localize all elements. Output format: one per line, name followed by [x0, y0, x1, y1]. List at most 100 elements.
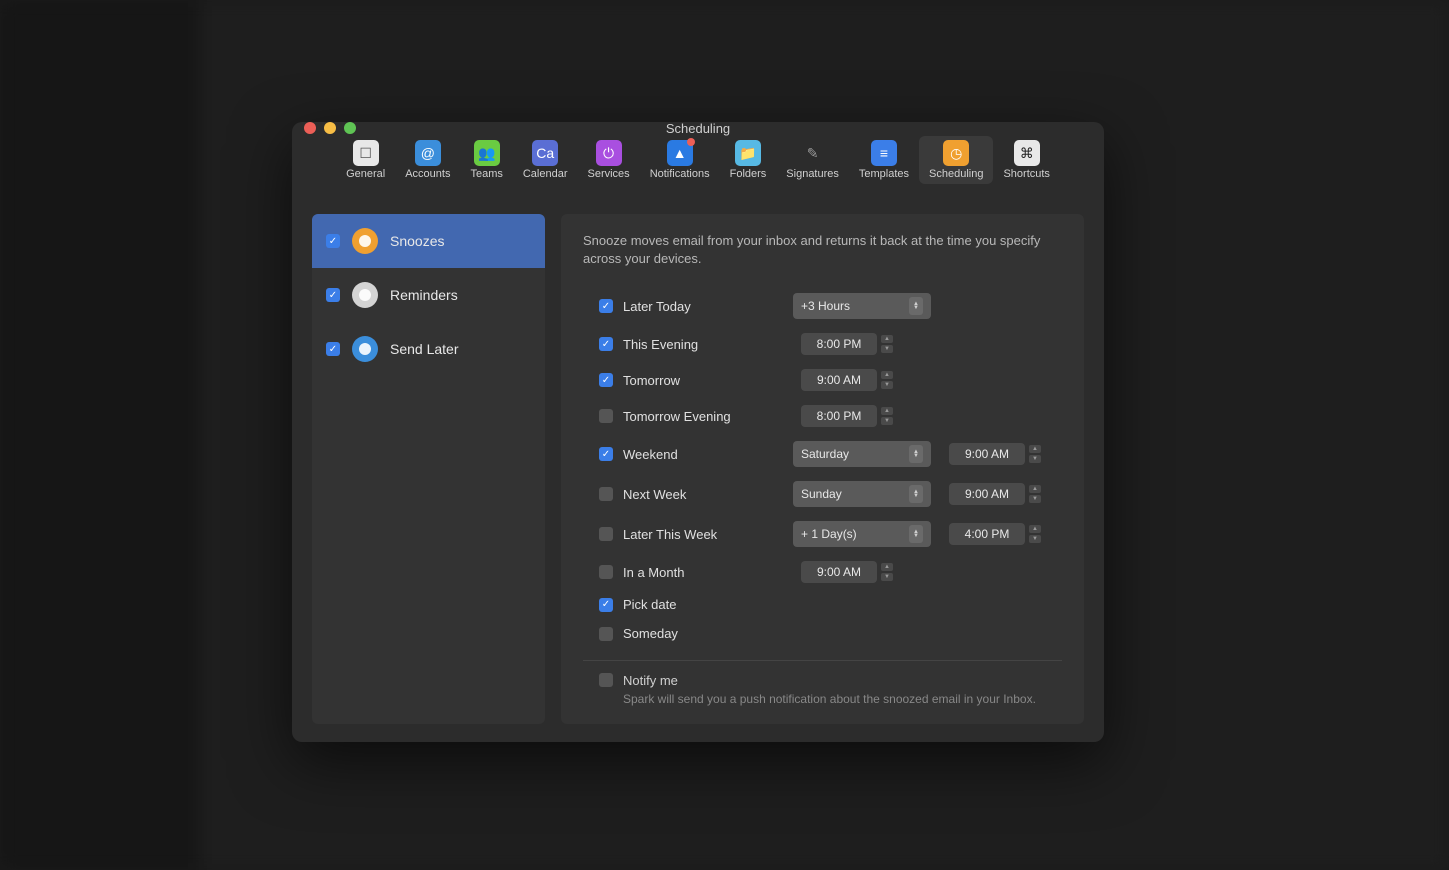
option-row: ✓Pick date	[583, 590, 1062, 619]
tab-label: Notifications	[650, 168, 710, 180]
option-row: ✓Tomorrow9:00 AM▲▼	[583, 362, 1062, 398]
stepper-down[interactable]: ▼	[1029, 455, 1041, 463]
stepper-up[interactable]: ▲	[881, 371, 893, 379]
tab-label: Teams	[470, 168, 502, 180]
tab-signatures[interactable]: ✎Signatures	[776, 136, 849, 184]
time-input[interactable]: 9:00 AM	[949, 443, 1025, 465]
tab-label: Shortcuts	[1003, 168, 1049, 180]
stepper-down[interactable]: ▼	[881, 573, 893, 581]
tab-calendar[interactable]: CaCalendar	[513, 136, 578, 184]
option-label: Weekend	[623, 447, 783, 462]
option-select[interactable]: + 1 Day(s)▲▼	[793, 521, 931, 547]
option-checkbox[interactable]: ✓	[599, 299, 613, 313]
option-select[interactable]: Saturday▲▼	[793, 441, 931, 467]
time-stepper[interactable]: ▲▼	[881, 370, 893, 390]
time-stepper[interactable]: ▲▼	[881, 334, 893, 354]
preferences-toolbar: ☐ General @Accounts 👥 Teams CaCalendar⏻Servic…	[292, 134, 1104, 190]
time-stepper[interactable]: ▲▼	[1029, 524, 1041, 544]
chevron-updown-icon: ▲▼	[909, 485, 923, 503]
option-label: In a Month	[623, 565, 783, 580]
option-select[interactable]: Sunday ▲▼	[793, 481, 931, 507]
time-input[interactable]: 8:00 PM	[801, 405, 877, 427]
time-group: 8:00 PM▲▼	[801, 405, 893, 427]
tab-label: Folders	[730, 168, 767, 180]
general-icon: ☐	[353, 140, 379, 166]
shortcuts-icon: ⌘	[1014, 140, 1040, 166]
option-checkbox[interactable]: ✓	[599, 598, 613, 612]
option-row: ✓Later Today+3 Hours▲▼	[583, 286, 1062, 326]
teams-icon: 👥	[474, 140, 500, 166]
time-input[interactable]: 9:00 AM	[949, 483, 1025, 505]
option-checkbox[interactable]	[599, 487, 613, 501]
time-stepper[interactable]: ▲▼	[881, 562, 893, 582]
time-stepper[interactable]: ▲▼	[881, 406, 893, 426]
stepper-down[interactable]: ▼	[1029, 535, 1041, 543]
option-label: Someday	[623, 626, 783, 641]
time-group: 4:00 PM▲▼	[949, 523, 1041, 545]
time-input[interactable]: 8:00 PM	[801, 333, 877, 355]
preferences-window: Scheduling ☐General@Accounts👥TeamsCaCale…	[292, 122, 1104, 742]
time-stepper[interactable]: ▲▼	[1029, 444, 1041, 464]
sidebar: ✓Snoozes✓Reminders✓Send Later	[312, 214, 545, 724]
time-input[interactable]: 9:00 AM	[801, 561, 877, 583]
stepper-down[interactable]: ▼	[1029, 495, 1041, 503]
time-group: 8:00 PM▲▼	[801, 333, 893, 355]
option-checkbox[interactable]	[599, 527, 613, 541]
option-checkbox[interactable]: ✓	[599, 447, 613, 461]
snooze-settings-panel: Snooze moves email from your inbox and r…	[561, 214, 1084, 724]
tab-notifications[interactable]: ▲ Notifications	[640, 136, 720, 184]
tab-label: General	[346, 168, 385, 180]
time-stepper[interactable]: ▲▼	[1029, 484, 1041, 504]
option-checkbox[interactable]	[599, 627, 613, 641]
calendar-icon: Ca	[532, 140, 558, 166]
sidebar-checkbox[interactable]: ✓	[326, 288, 340, 302]
option-row: Tomorrow Evening8:00 PM▲▼	[583, 398, 1062, 434]
sidebar-checkbox[interactable]: ✓	[326, 342, 340, 356]
stepper-up[interactable]: ▲	[881, 407, 893, 415]
folders-icon: 📁	[735, 140, 761, 166]
notifications-icon: ▲	[667, 140, 693, 166]
stepper-up[interactable]: ▲	[881, 335, 893, 343]
tab-services[interactable]: ⏻Services	[578, 136, 640, 184]
content-area: ✓Snoozes✓Reminders✓Send Later Snooze mov…	[292, 190, 1104, 742]
option-checkbox[interactable]: ✓	[599, 373, 613, 387]
notify-section: Notify me Spark will send you a push not…	[599, 673, 1062, 706]
sidebar-item-snoozes[interactable]: ✓Snoozes	[312, 214, 545, 268]
time-group: 9:00 AM▲▼	[949, 443, 1041, 465]
time-group: 9:00 AM▲▼	[949, 483, 1041, 505]
stepper-up[interactable]: ▲	[1029, 485, 1041, 493]
time-input[interactable]: 4:00 PM	[949, 523, 1025, 545]
chevron-updown-icon: ▲▼	[909, 445, 923, 463]
option-select[interactable]: +3 Hours ▲▼	[793, 293, 931, 319]
stepper-down[interactable]: ▼	[881, 417, 893, 425]
select-value: Sunday	[801, 487, 842, 501]
sidebar-item-label: Reminders	[390, 287, 458, 303]
select-value: +3 Hours	[801, 299, 850, 313]
stepper-up[interactable]: ▲	[881, 563, 893, 571]
snoozes-icon	[352, 228, 378, 254]
tab-accounts[interactable]: @Accounts	[395, 136, 460, 184]
stepper-up[interactable]: ▲	[1029, 525, 1041, 533]
stepper-down[interactable]: ▼	[881, 345, 893, 353]
chevron-updown-icon: ▲▼	[909, 297, 923, 315]
stepper-down[interactable]: ▼	[881, 381, 893, 389]
sidebar-item-send-later[interactable]: ✓Send Later	[312, 322, 545, 376]
time-input[interactable]: 9:00 AM	[801, 369, 877, 391]
stepper-up[interactable]: ▲	[1029, 445, 1041, 453]
tab-shortcuts[interactable]: ⌘ Shortcuts	[993, 136, 1059, 184]
tab-label: Signatures	[786, 168, 839, 180]
tab-general[interactable]: ☐ General	[336, 136, 395, 184]
option-checkbox[interactable]	[599, 565, 613, 579]
select-value: + 1 Day(s)	[801, 527, 857, 541]
accounts-icon: @	[415, 140, 441, 166]
tab-teams[interactable]: 👥 Teams	[460, 136, 512, 184]
option-row: Later This Week+ 1 Day(s)▲▼4:00 PM▲▼	[583, 514, 1062, 554]
option-checkbox[interactable]: ✓	[599, 337, 613, 351]
sidebar-item-reminders[interactable]: ✓ Reminders	[312, 268, 545, 322]
option-checkbox[interactable]	[599, 409, 613, 423]
tab-folders[interactable]: 📁 Folders	[720, 136, 777, 184]
tab-scheduling[interactable]: ◷Scheduling	[919, 136, 993, 184]
notify-checkbox[interactable]	[599, 673, 613, 687]
tab-templates[interactable]: ≡Templates	[849, 136, 919, 184]
sidebar-checkbox[interactable]: ✓	[326, 234, 340, 248]
